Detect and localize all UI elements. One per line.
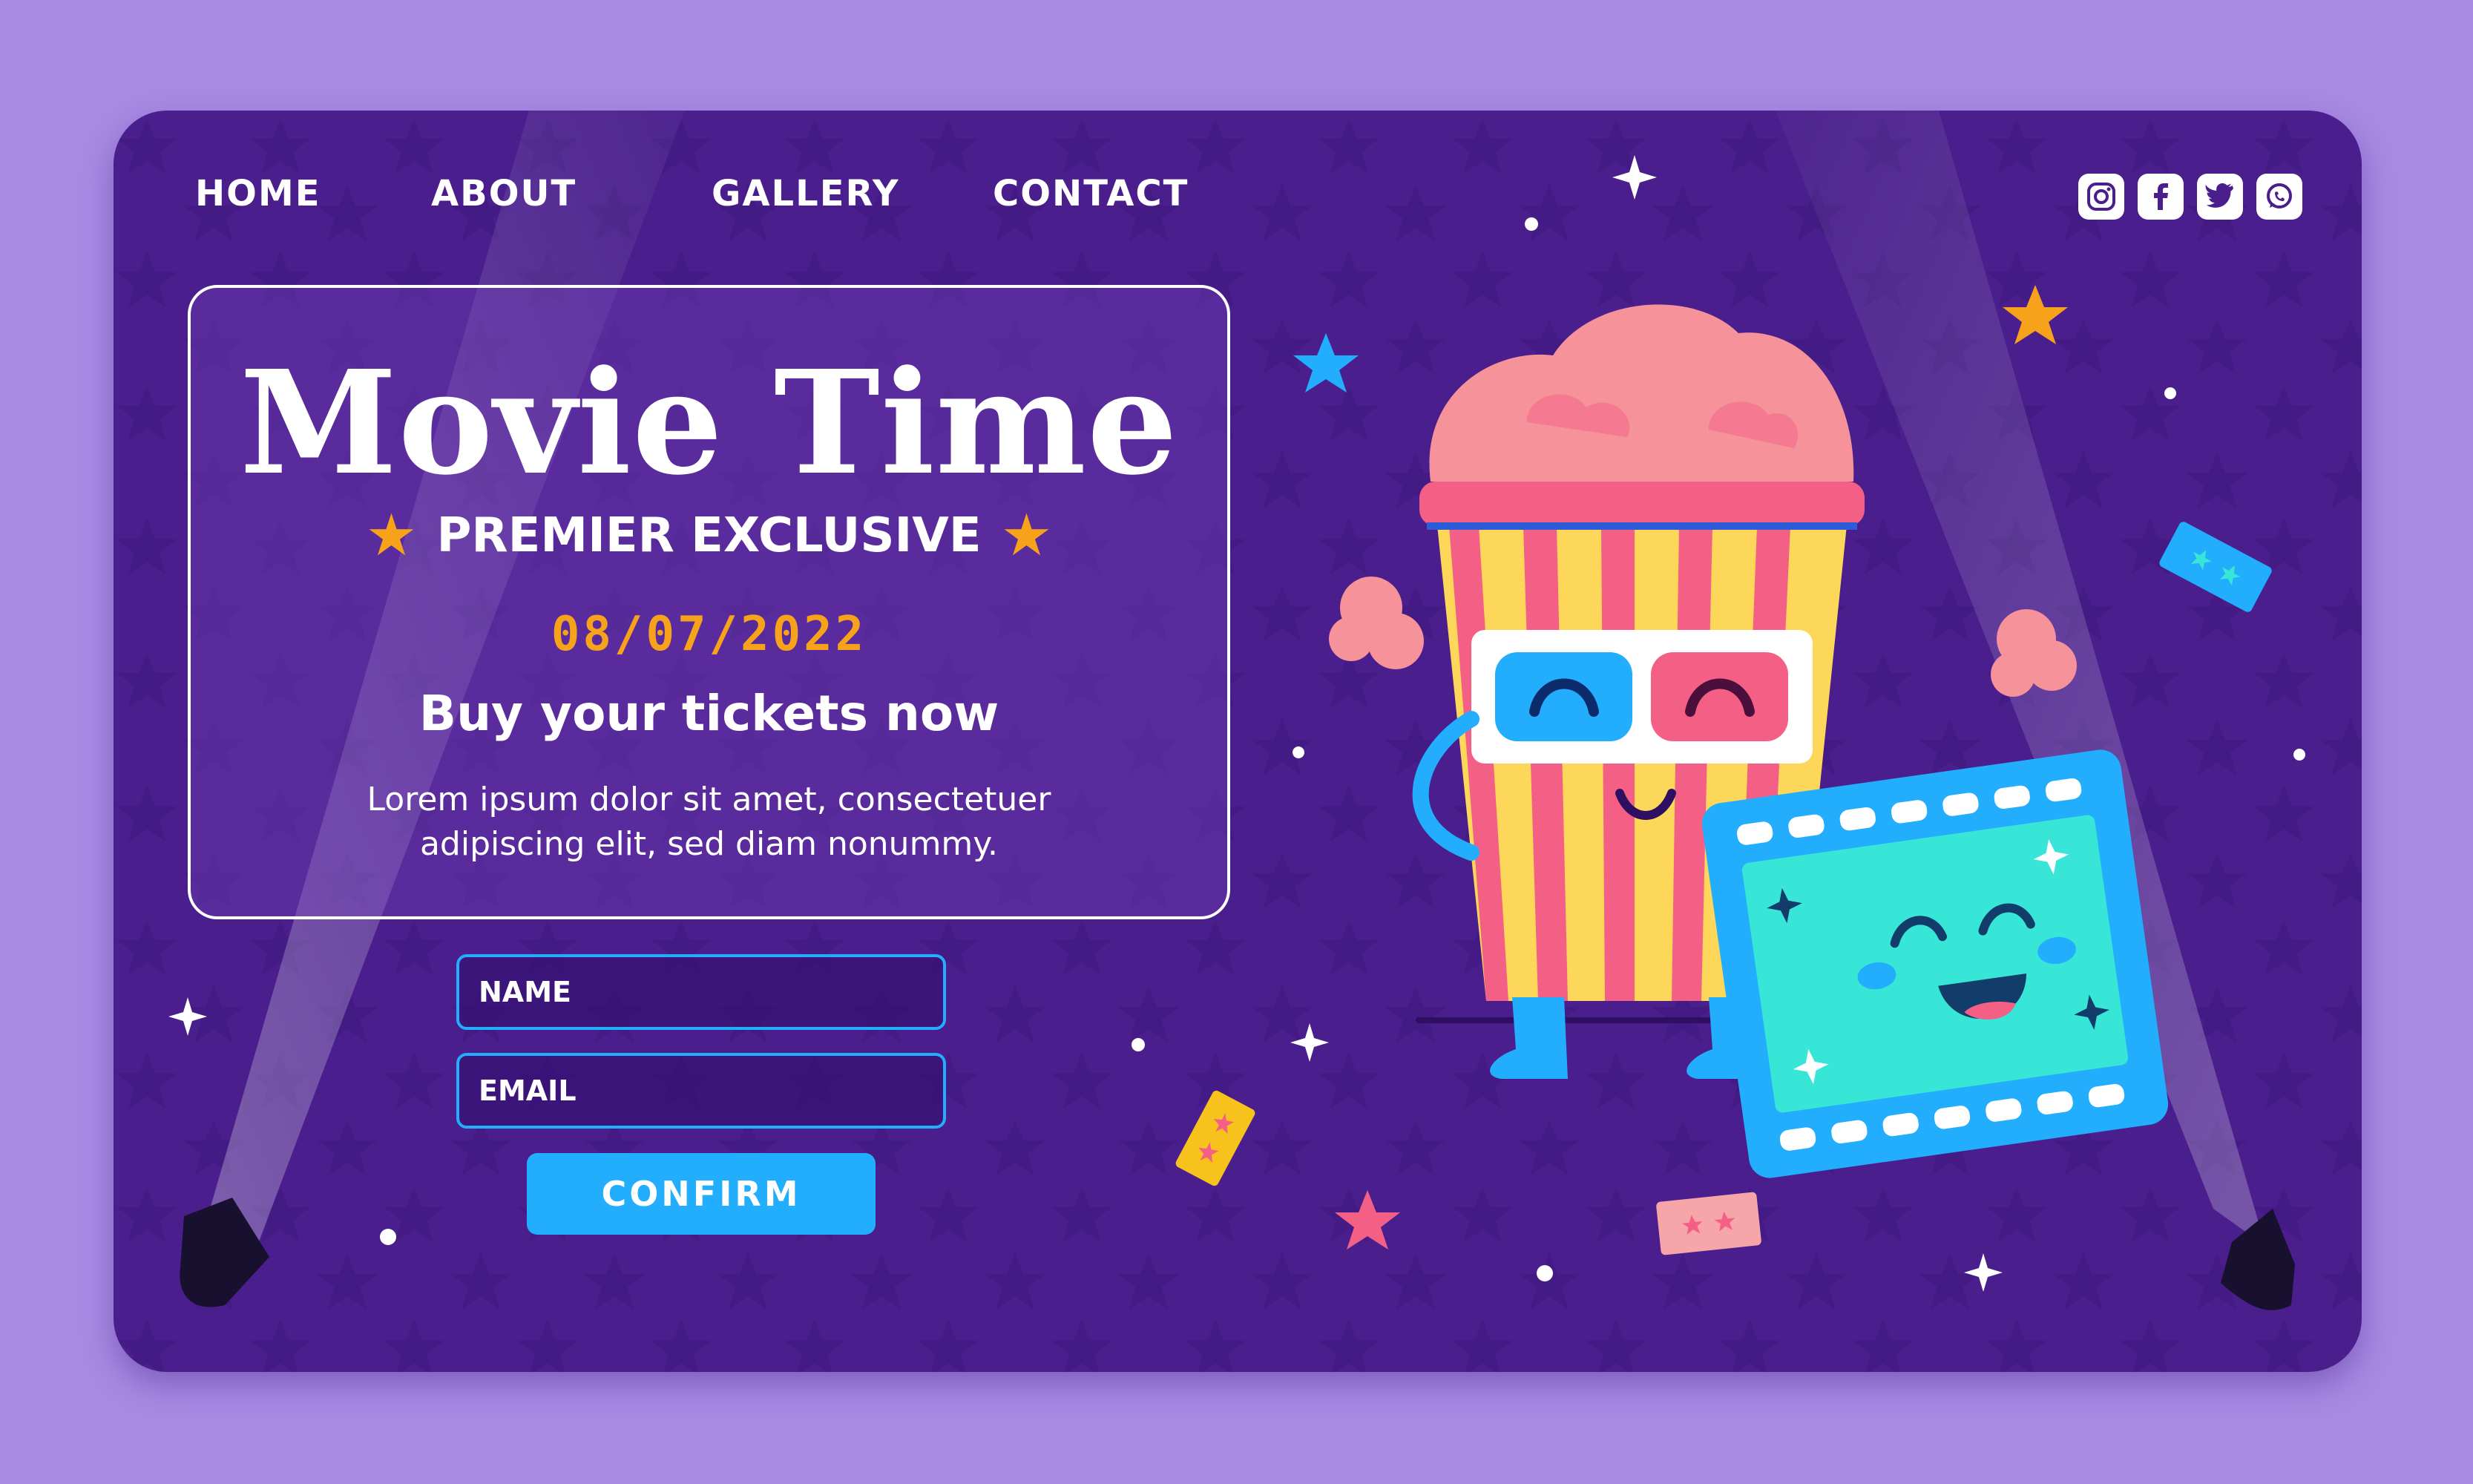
sparkle-icon [1612, 155, 1657, 200]
left-spotlight-icon [180, 1198, 269, 1307]
premier-badge: ★ PREMIER EXCLUSIVE ★ [191, 507, 1227, 565]
star-icon [1335, 1190, 1400, 1250]
right-spotlight-icon [2221, 1209, 2295, 1310]
ticket-icon [1175, 1090, 1255, 1186]
star-icon [2003, 285, 2068, 344]
confirm-button[interactable]: CONFIRM [527, 1153, 876, 1235]
ticket-icon [2159, 522, 2272, 612]
sparkle-icon [168, 997, 207, 1036]
event-date: 08/07/2022 [551, 607, 867, 662]
hero-title: Movie Time [239, 340, 1179, 507]
hero-panel: Movie Time ★ PREMIER EXCLUSIVE ★ 08/07/2… [188, 285, 1230, 919]
cta-heading: Buy your tickets now [418, 685, 999, 742]
star-icon: ★ [365, 502, 418, 569]
premier-label: PREMIER EXCLUSIVE [436, 508, 982, 563]
hero-description: Lorem ipsum dolor sit amet, consectetuer… [367, 781, 1051, 863]
star-icon: ★ [1000, 502, 1053, 569]
landing-card: HOME ABOUT GALLERY CONTACT Movie Time ★ … [114, 111, 2362, 1372]
name-input[interactable] [456, 954, 946, 1030]
film-strip-character [1701, 749, 2169, 1178]
sparkle-icon [1964, 1253, 2003, 1292]
email-input[interactable] [456, 1053, 946, 1129]
star-icon [1293, 333, 1359, 393]
sparkle-icon [1290, 1023, 1329, 1062]
ticket-icon [1656, 1192, 1761, 1255]
